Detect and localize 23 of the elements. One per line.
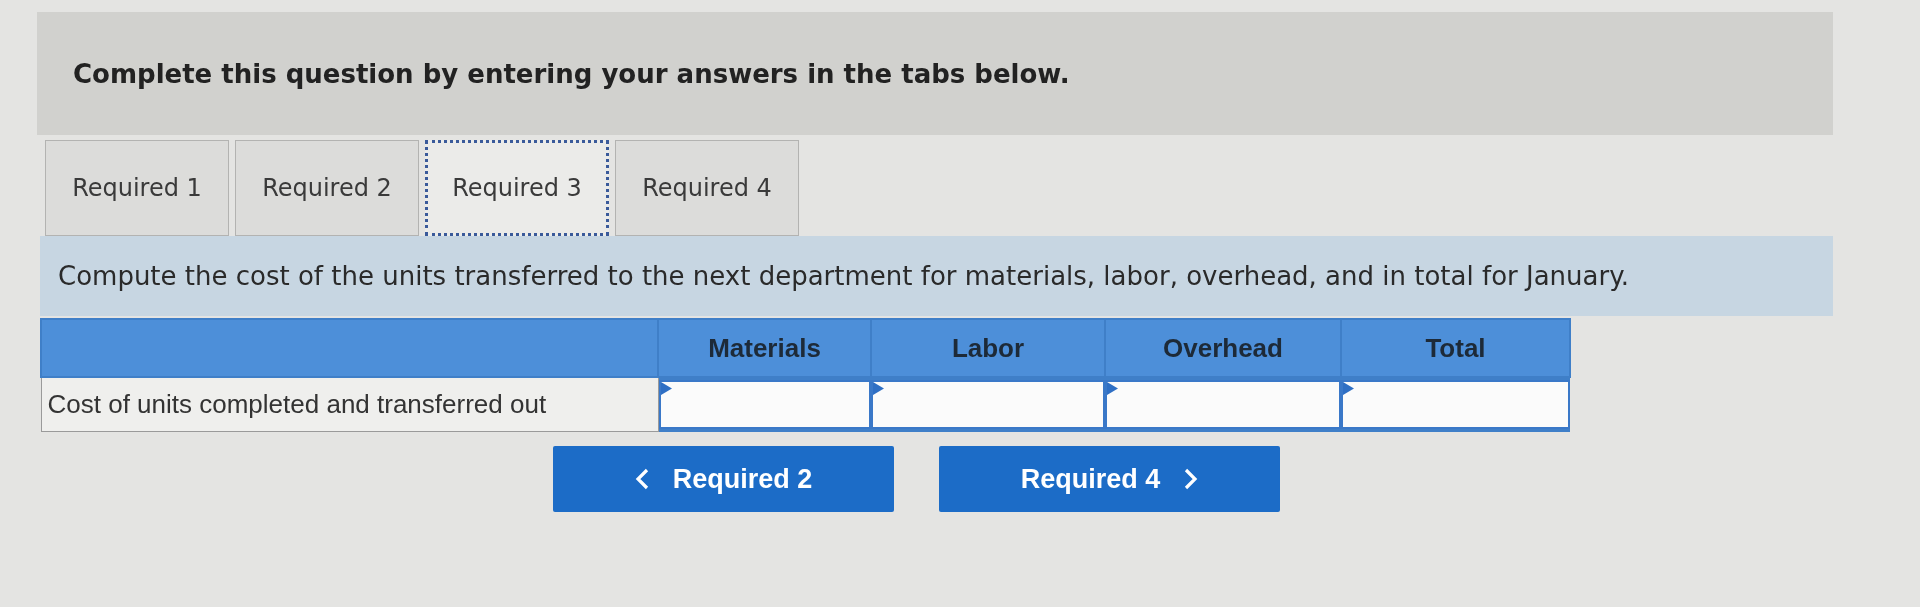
tab[interactable]: Required 4 (615, 140, 799, 236)
chevron-right-icon (1184, 468, 1199, 490)
answer-field[interactable] (658, 380, 871, 430)
triangle-icon (873, 382, 884, 396)
tab[interactable]: Required 1 (45, 140, 229, 236)
triangle-icon (660, 382, 672, 396)
column-header: Total (1341, 319, 1570, 377)
row-label: Cost of units completed and transferred out (41, 377, 658, 432)
answer-field[interactable] (1341, 380, 1570, 430)
column-header: Overhead (1105, 319, 1341, 377)
column-header: Materials (658, 319, 871, 377)
answer-field[interactable] (871, 380, 1105, 430)
tab[interactable]: Required 3 (425, 140, 609, 236)
chevron-left-icon (634, 468, 649, 490)
banner-text: Complete this question by entering your answers in the tabs below. (73, 58, 1070, 89)
answer-field[interactable] (1105, 380, 1341, 430)
column-header: Labor (871, 319, 1105, 377)
triangle-icon (1343, 382, 1354, 396)
previous-button[interactable]: Required 2 (553, 446, 894, 512)
tab[interactable]: Required 2 (235, 140, 419, 236)
next-button[interactable]: Required 4 (939, 446, 1280, 512)
question-text: Compute the cost of the units transferred to the next department for materials, labor, overhead, and in total for January. (58, 261, 1630, 291)
triangle-icon (1107, 382, 1118, 396)
